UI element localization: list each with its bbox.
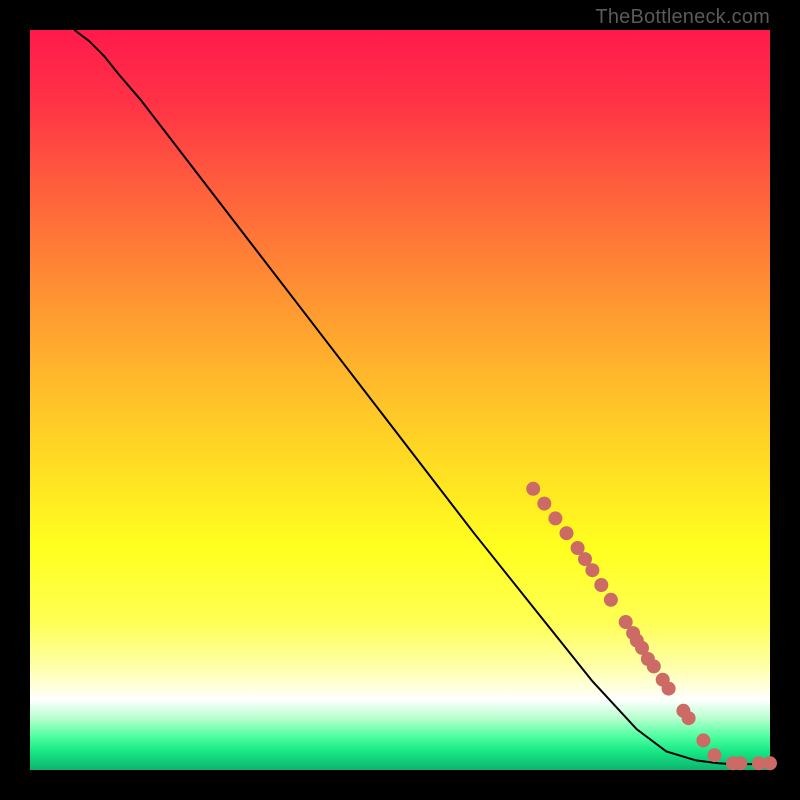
data-marker — [604, 593, 618, 607]
data-marker — [560, 526, 574, 540]
data-marker — [585, 563, 599, 577]
data-marker — [526, 482, 540, 496]
data-marker — [537, 497, 551, 511]
data-marker — [682, 711, 696, 725]
data-marker — [708, 748, 722, 762]
data-marker — [548, 511, 562, 525]
data-marker — [647, 659, 661, 673]
data-marker — [733, 756, 747, 770]
plot-area — [30, 30, 770, 770]
chart-frame: TheBottleneck.com — [0, 0, 800, 800]
data-marker — [696, 733, 710, 747]
chart-canvas — [0, 0, 800, 800]
data-marker — [763, 756, 777, 770]
data-marker — [594, 578, 608, 592]
data-marker — [662, 682, 676, 696]
